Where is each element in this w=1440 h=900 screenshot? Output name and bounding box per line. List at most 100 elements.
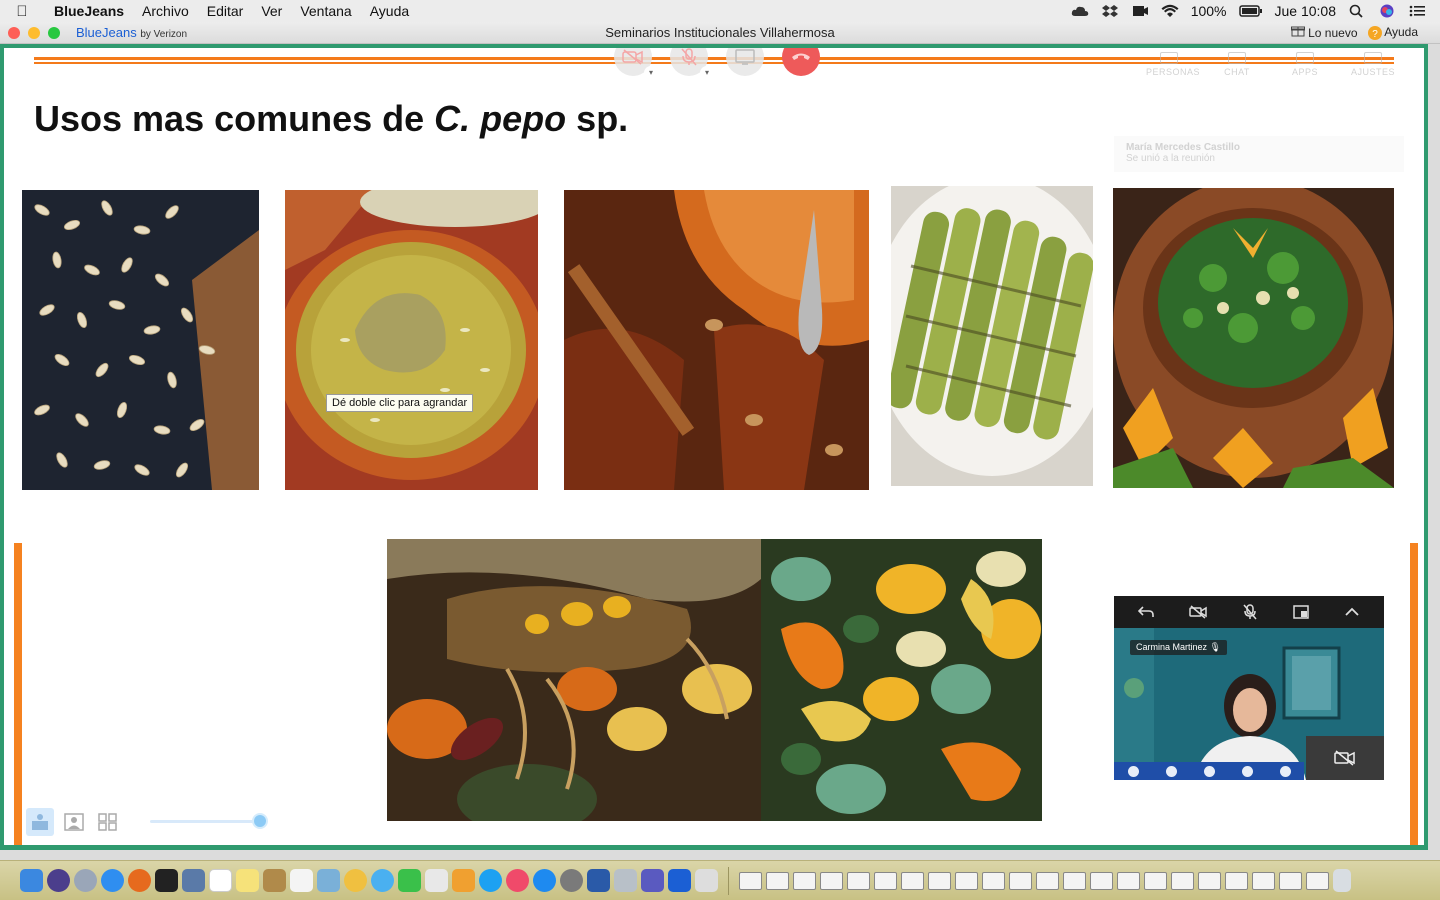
close-window-button[interactable] xyxy=(8,26,20,39)
volume-slider-track[interactable] xyxy=(150,820,260,823)
wifi-icon[interactable] xyxy=(1161,4,1179,18)
facetime-icon[interactable] xyxy=(398,869,421,892)
ornamental-gourds-photo[interactable] xyxy=(761,539,1042,821)
minimized-window[interactable] xyxy=(1225,871,1248,890)
word-icon[interactable] xyxy=(587,869,610,892)
video-off-icon[interactable] xyxy=(1189,605,1208,619)
teams-icon[interactable] xyxy=(641,869,664,892)
photos-icon[interactable] xyxy=(344,869,367,892)
tab-personas[interactable]: PERSONAS xyxy=(1146,52,1200,77)
pipian-dish-photo[interactable]: Dé doble clic para agrandar xyxy=(285,190,538,490)
calendar-icon[interactable] xyxy=(209,869,232,892)
participant-thumbnail[interactable] xyxy=(1279,765,1291,777)
minimized-window[interactable] xyxy=(739,871,762,890)
participant-thumbnail[interactable] xyxy=(1165,765,1177,777)
minimized-window[interactable] xyxy=(820,871,843,890)
minimized-window[interactable] xyxy=(1198,871,1221,890)
minimized-window[interactable] xyxy=(955,871,978,890)
minimized-window[interactable] xyxy=(1279,871,1302,890)
safari-icon[interactable] xyxy=(101,869,124,892)
search-icon[interactable] xyxy=(1348,4,1366,18)
menu-clock[interactable]: Jue 10:08 xyxy=(1275,3,1337,19)
notification-center-icon[interactable] xyxy=(1408,4,1426,18)
squash-centerpiece-photo[interactable] xyxy=(387,539,761,821)
minimized-window[interactable] xyxy=(1117,871,1140,890)
dropbox-icon[interactable] xyxy=(1101,4,1119,18)
skype-icon[interactable] xyxy=(479,869,502,892)
trash-icon[interactable] xyxy=(1333,869,1351,892)
minimized-window[interactable] xyxy=(1036,871,1059,890)
music-icon[interactable] xyxy=(506,869,529,892)
menu-ayuda[interactable]: Ayuda xyxy=(361,3,418,19)
volume-slider-handle[interactable] xyxy=(252,813,268,829)
system-preferences-icon[interactable] xyxy=(560,869,583,892)
shared-screen[interactable]: Usos mas comunes de C. pepo sp. María Me… xyxy=(4,48,1424,845)
participant-thumbnail[interactable] xyxy=(1203,765,1215,777)
launchpad-icon[interactable] xyxy=(74,869,97,892)
zoom-window-button[interactable] xyxy=(48,26,60,39)
minimized-window[interactable] xyxy=(1090,871,1113,890)
undo-icon[interactable] xyxy=(1137,605,1154,619)
finder-icon[interactable] xyxy=(20,869,43,892)
speaker-layout-button[interactable] xyxy=(60,808,88,836)
participant-thumbnail[interactable] xyxy=(1127,765,1139,777)
preview-icon[interactable] xyxy=(182,869,205,892)
tab-chat[interactable]: CHAT xyxy=(1214,52,1260,77)
picture-in-picture-icon[interactable] xyxy=(1292,605,1309,619)
bluejeans-dock-icon[interactable] xyxy=(668,869,691,892)
mic-off-icon[interactable] xyxy=(1243,604,1257,620)
hang-up-button[interactable] xyxy=(782,48,820,76)
numbers-icon[interactable] xyxy=(425,869,448,892)
menu-ver[interactable]: Ver xyxy=(252,3,291,19)
mail-icon[interactable] xyxy=(695,869,718,892)
self-view-panel[interactable]: Carmina Martinez 🎙 xyxy=(1114,596,1384,780)
minimized-window[interactable] xyxy=(1306,871,1329,890)
contacts-icon[interactable] xyxy=(263,869,286,892)
minimized-window[interactable] xyxy=(982,871,1005,890)
siri-icon[interactable] xyxy=(1378,4,1396,18)
apple-icon[interactable]:  xyxy=(0,3,44,20)
minimize-window-button[interactable] xyxy=(28,26,40,39)
menu-editar[interactable]: Editar xyxy=(198,3,253,19)
mic-toggle-button[interactable]: ▾ xyxy=(670,48,714,80)
minimized-window[interactable] xyxy=(901,871,924,890)
chevron-down-icon[interactable]: ▾ xyxy=(700,66,714,80)
whats-new-button[interactable]: Lo nuevo xyxy=(1290,25,1358,40)
minimized-window[interactable] xyxy=(766,871,789,890)
video-toggle-button[interactable]: ▾ xyxy=(614,48,658,80)
minimized-window[interactable] xyxy=(928,871,951,890)
minimized-window[interactable] xyxy=(1144,871,1167,890)
minimized-window[interactable] xyxy=(1063,871,1086,890)
chevron-up-icon[interactable] xyxy=(1344,606,1360,618)
grilled-zucchini-photo[interactable] xyxy=(891,186,1093,486)
help-button[interactable]: ? Ayuda xyxy=(1367,25,1418,40)
tab-ajustes[interactable]: AJUSTES xyxy=(1350,52,1396,77)
minimized-window[interactable] xyxy=(847,871,870,890)
maps-icon[interactable] xyxy=(317,869,340,892)
app-store-icon[interactable] xyxy=(533,869,556,892)
minimized-window[interactable] xyxy=(1009,871,1032,890)
reminders-icon[interactable] xyxy=(290,869,313,892)
share-screen-button[interactable] xyxy=(726,48,764,76)
camera-icon[interactable] xyxy=(1131,4,1149,18)
cloud-icon[interactable] xyxy=(1071,4,1089,18)
firefox-icon[interactable] xyxy=(128,869,151,892)
menu-app-name[interactable]: BlueJeans xyxy=(44,3,133,19)
terminal-icon[interactable] xyxy=(155,869,178,892)
tab-apps[interactable]: APPS xyxy=(1282,52,1328,77)
minimized-window[interactable] xyxy=(1171,871,1194,890)
notes-icon[interactable] xyxy=(236,869,259,892)
menu-ventana[interactable]: Ventana xyxy=(291,3,360,19)
siri-icon[interactable] xyxy=(47,869,70,892)
participant-thumbnail[interactable] xyxy=(1241,765,1253,777)
menu-archivo[interactable]: Archivo xyxy=(133,3,198,19)
messages-icon[interactable] xyxy=(371,869,394,892)
minimized-window[interactable] xyxy=(874,871,897,890)
pumpkin-seeds-photo[interactable] xyxy=(22,190,259,490)
keynote-icon[interactable] xyxy=(452,869,475,892)
gallery-layout-button[interactable] xyxy=(94,808,122,836)
minimized-window[interactable] xyxy=(793,871,816,890)
minimized-window[interactable] xyxy=(1252,871,1275,890)
presentation-layout-button[interactable] xyxy=(26,808,54,836)
chevron-down-icon[interactable]: ▾ xyxy=(644,66,658,80)
